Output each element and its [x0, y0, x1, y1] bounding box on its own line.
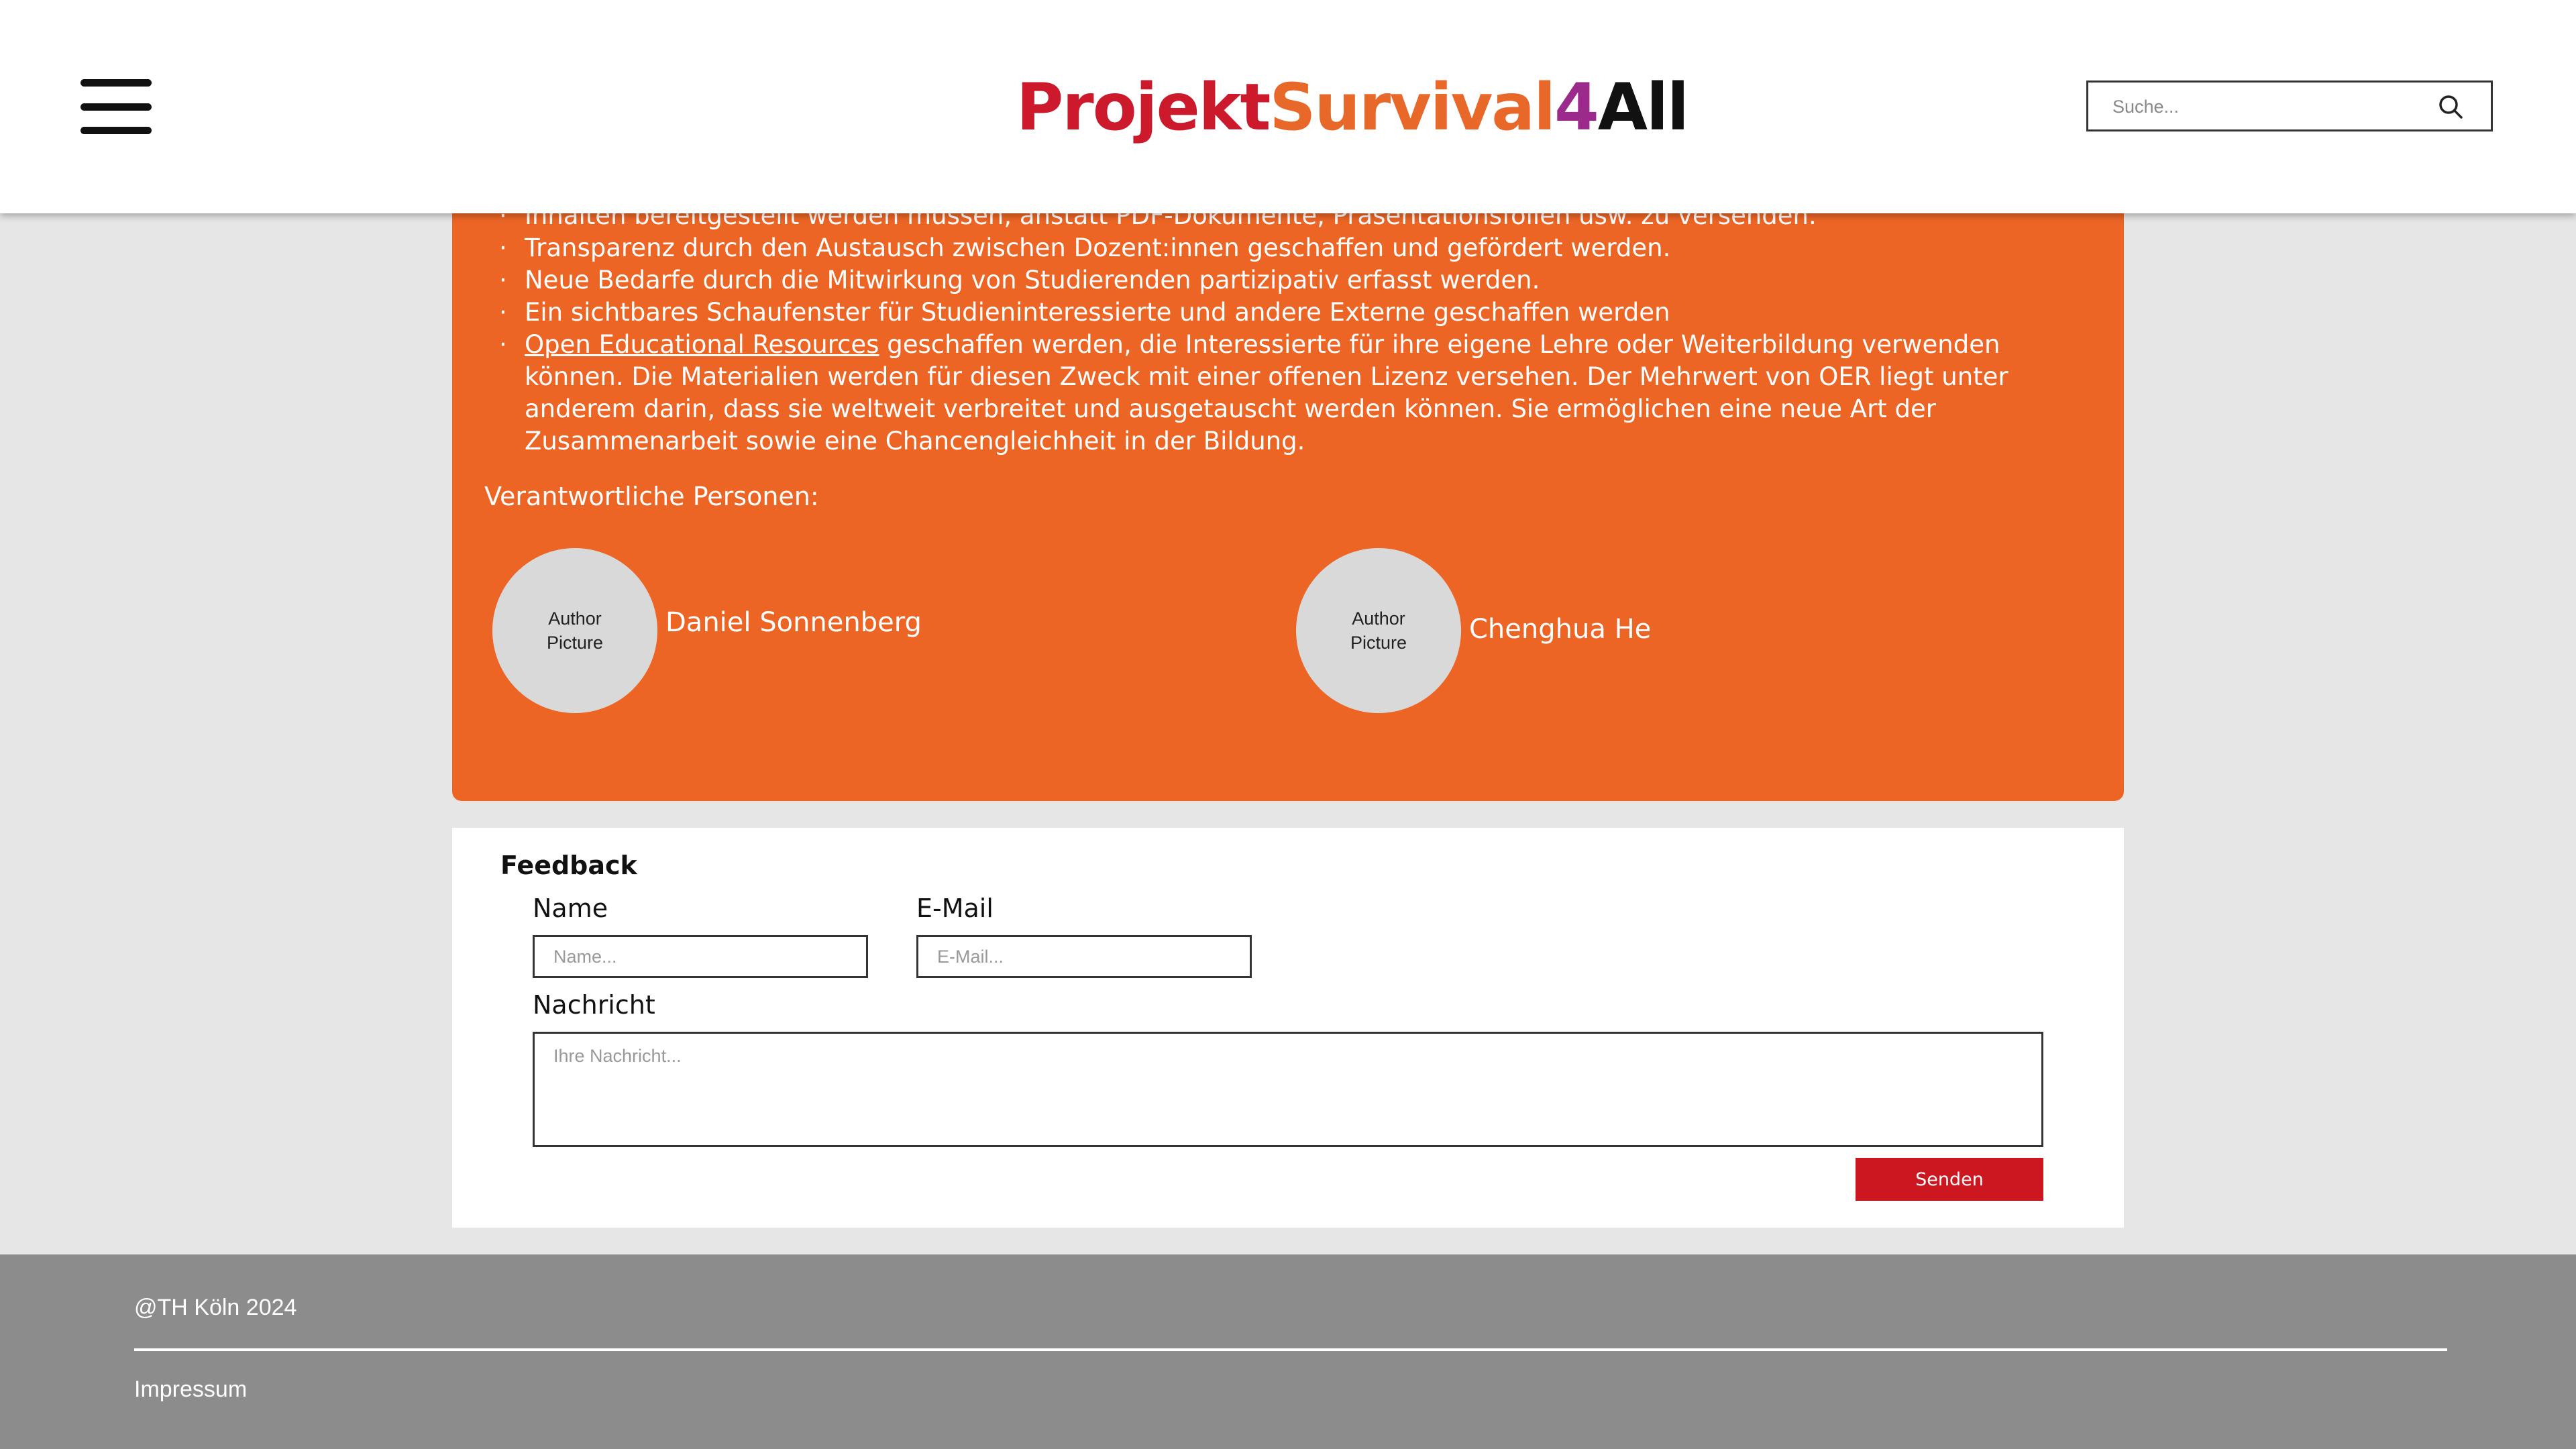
- email-field[interactable]: [916, 935, 1252, 978]
- footer-divider: [134, 1348, 2447, 1351]
- list-item: Open Educational Resources geschaffen we…: [484, 329, 2094, 458]
- search-icon[interactable]: [2437, 93, 2464, 120]
- author-picture-line: Author: [548, 608, 602, 629]
- email-label: E-Mail: [916, 894, 994, 923]
- search-input[interactable]: [2088, 83, 2463, 131]
- logo-part-all: All: [1597, 70, 1689, 145]
- menu-bar: [80, 79, 152, 87]
- message-field[interactable]: [533, 1032, 2043, 1147]
- author-picture-line: Picture: [1350, 633, 1407, 653]
- impressum-link[interactable]: Impressum: [134, 1377, 247, 1403]
- oer-link[interactable]: Open Educational Resources: [525, 330, 879, 359]
- goals-list: Inhalten bereitgestellt werden müssen, a…: [484, 200, 2094, 458]
- feedback-title: Feedback: [500, 851, 637, 880]
- send-button[interactable]: Senden: [1856, 1158, 2043, 1201]
- list-item: Neue Bedarfe durch die Mitwirkung von St…: [484, 264, 2094, 297]
- list-item: Transparenz durch den Austausch zwischen…: [484, 232, 2094, 264]
- site-header: ProjektSurvival4All: [0, 0, 2576, 213]
- author-picture: Author Picture: [1296, 548, 1461, 713]
- name-label: Name: [533, 894, 608, 923]
- hamburger-menu-icon[interactable]: [80, 79, 152, 134]
- copyright-text: @TH Köln 2024: [134, 1295, 297, 1320]
- author-picture: Author Picture: [492, 548, 657, 713]
- logo-part-projekt: Projekt: [1016, 70, 1271, 145]
- author-name: Daniel Sonnenberg: [665, 607, 922, 638]
- site-logo[interactable]: ProjektSurvival4All: [1016, 67, 1689, 148]
- name-field[interactable]: [533, 935, 868, 978]
- menu-bar: [80, 103, 152, 111]
- author-picture-line: Author: [1352, 608, 1405, 629]
- author-picture-line: Picture: [546, 633, 604, 653]
- logo-part-4: 4: [1554, 70, 1599, 145]
- list-item: Ein sichtbares Schaufenster für Studieni…: [484, 297, 2094, 329]
- menu-bar: [80, 127, 152, 134]
- feedback-form: Feedback Name E-Mail Nachricht Senden: [452, 828, 2124, 1228]
- message-label: Nachricht: [533, 990, 655, 1020]
- responsible-persons-label: Verantwortliche Personen:: [484, 482, 819, 511]
- site-footer: @TH Köln 2024 Impressum: [0, 1254, 2576, 1449]
- author-name: Chenghua He: [1469, 614, 1652, 645]
- search-box: [2086, 80, 2493, 131]
- logo-part-survival: Survival: [1269, 70, 1556, 145]
- project-info-panel: Inhalten bereitgestellt werden müssen, a…: [452, 134, 2124, 801]
